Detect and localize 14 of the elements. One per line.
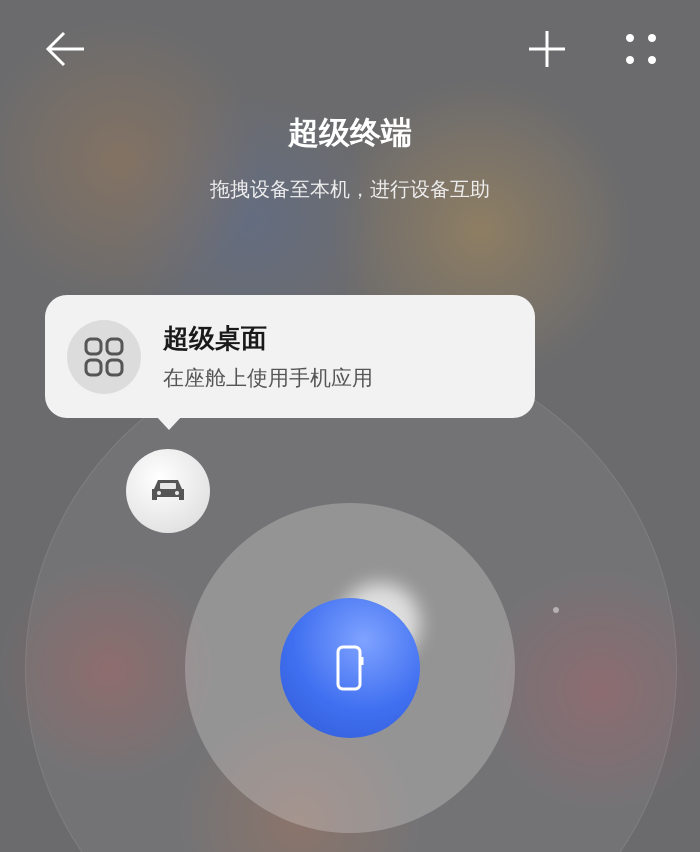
plus-icon xyxy=(528,30,566,68)
back-icon xyxy=(46,31,86,67)
popup-tail xyxy=(156,416,182,432)
phone-icon xyxy=(336,645,364,691)
page-subtitle: 拖拽设备至本机，进行设备互助 xyxy=(209,176,491,203)
more-button[interactable] xyxy=(626,34,656,64)
dots-grid-icon xyxy=(626,34,656,64)
page-title: 超级终端 xyxy=(286,114,413,153)
add-button[interactable] xyxy=(528,30,566,68)
popup-title: 超级桌面 xyxy=(163,323,268,356)
radar-dot xyxy=(553,607,559,613)
back-button[interactable] xyxy=(46,31,86,67)
popup-description: 在座舱上使用手机应用 xyxy=(163,365,373,392)
popup-card[interactable]: 超级桌面 在座舱上使用手机应用 xyxy=(45,295,535,418)
